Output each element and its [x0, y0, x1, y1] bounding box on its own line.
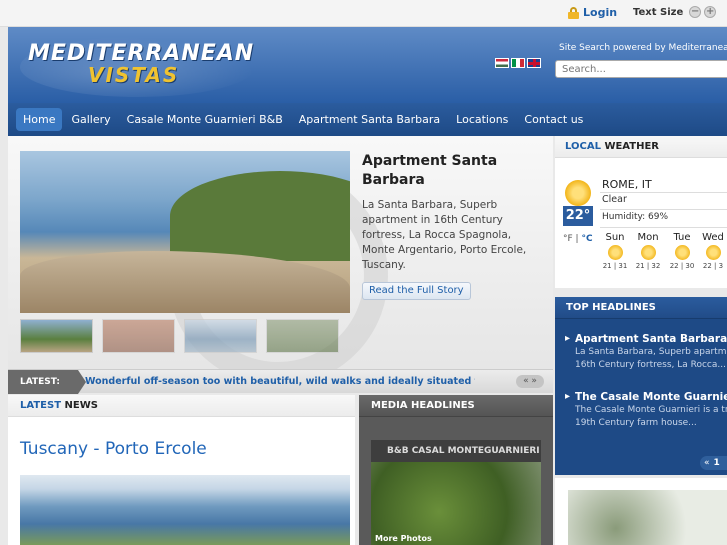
pager-page[interactable]: 1 [714, 458, 720, 468]
text-size-control: Text Size − + [633, 6, 717, 18]
weather-humidity: Humidity: 69% [602, 212, 669, 222]
forecast-temps: 21 | 31 [602, 262, 628, 270]
top-utility-bar: Login Text Size − + [0, 0, 727, 27]
headline-desc: La Santa Barbara, Superb apartme [575, 347, 727, 357]
divider [600, 209, 727, 210]
headline-desc: 16th Century fortress, La Rocca... [575, 360, 726, 370]
section-header: MEDIA HEADLINES [359, 395, 553, 417]
section-header: LATEST NEWS [8, 395, 355, 417]
main-nav: Home Gallery Casale Monte Guarnieri B&B … [8, 103, 727, 136]
section-header-rest: NEWS [61, 400, 98, 411]
nav-item-locations[interactable]: Locations [449, 108, 515, 131]
thumbnail[interactable] [102, 319, 175, 353]
latest-ticker: LATEST: Wonderful off-season too with be… [8, 369, 553, 394]
media-caption: B&B CASAL MONTEGUARNIERI [387, 446, 540, 456]
ticker-text[interactable]: Wonderful off-season too with beautiful,… [85, 370, 475, 394]
latest-news-section: LATEST NEWS Tuscany - Porto Ercole [8, 395, 355, 545]
logo-line2: VISTAS [88, 63, 180, 87]
forecast-day-label: Sun [605, 232, 625, 243]
login-link[interactable]: Login [568, 6, 617, 19]
divider [600, 192, 727, 193]
login-label[interactable]: Login [583, 6, 617, 19]
featured-slideshow: Apartment Santa Barbara La Santa Barbara… [8, 136, 553, 369]
thumbnail[interactable] [20, 319, 93, 353]
sun-icon [607, 245, 623, 260]
sun-icon [565, 180, 591, 206]
featured-image[interactable] [20, 151, 350, 313]
lock-icon [568, 6, 579, 19]
local-weather-widget: LOCAL WEATHER 22° ROME, IT Clear Humidit… [555, 136, 727, 288]
search-label: Site Search powered by Mediterranean [559, 43, 727, 53]
forecast-day-label: Mon [637, 232, 659, 243]
news-image[interactable] [20, 475, 350, 545]
site-logo[interactable]: MEDITERRANEAN VISTAS [20, 37, 255, 97]
increase-text-size-button[interactable]: + [704, 6, 717, 18]
headlines-pager[interactable]: «1 [700, 456, 727, 470]
current-temperature: 22° [563, 206, 593, 226]
section-header: LOCAL WEATHER [555, 136, 727, 158]
section-header-rest: WEATHER [600, 141, 659, 152]
nav-item-casale[interactable]: Casale Monte Guarnieri B&B [120, 108, 290, 131]
weather-condition: Clear [602, 194, 627, 205]
headline-item[interactable]: The Casale Monte Guarnieri The Casale Mo… [565, 391, 727, 429]
decrease-text-size-button[interactable]: − [689, 6, 702, 18]
media-headlines-section: MEDIA HEADLINES B&B CASAL MONTEGUARNIERI… [359, 395, 553, 545]
ticker-nav-buttons[interactable]: « » [516, 375, 544, 388]
headline-title[interactable]: Apartment Santa Barbara [565, 333, 727, 345]
section-header-highlight: LOCAL [565, 141, 601, 152]
forecast-day: Sun 21 | 31 [599, 232, 631, 270]
search-input[interactable] [555, 60, 727, 78]
read-full-story-button[interactable]: Read the Full Story [362, 282, 471, 300]
forecast-temps: 22 | 3 [702, 262, 724, 270]
section-header-rest: HEADLINES [407, 400, 475, 411]
weather-city: ROME, IT [602, 178, 652, 191]
top-headlines-section: TOP HEADLINES Apartment Santa Barbara La… [555, 297, 727, 475]
unit-fahrenheit[interactable]: °F [563, 234, 573, 244]
thumbnail[interactable] [266, 319, 339, 353]
unit-celsius[interactable]: °C [581, 234, 592, 244]
thumbnail[interactable] [184, 319, 257, 353]
section-header-highlight: MEDIA [371, 400, 408, 411]
sun-icon [705, 245, 721, 260]
featured-text: La Santa Barbara, Superb apartment in 16… [362, 199, 527, 271]
media-card[interactable]: B&B CASAL MONTEGUARNIERI More Photos [371, 440, 541, 545]
forecast-day-label: Tue [673, 232, 691, 243]
nav-item-contact[interactable]: Contact us [517, 108, 590, 131]
side-image-panel [555, 478, 727, 545]
pager-prev[interactable]: « [704, 458, 710, 468]
section-header-highlight: LATEST [20, 400, 62, 411]
nav-item-apartment[interactable]: Apartment Santa Barbara [292, 108, 447, 131]
headline-title[interactable]: The Casale Monte Guarnieri [565, 391, 727, 403]
forecast-temps: 21 | 32 [635, 262, 661, 270]
media-image[interactable] [371, 462, 541, 545]
ticker-label: LATEST: [8, 370, 78, 394]
section-header-title: TOP HEADLINES [566, 302, 656, 313]
forecast-day-label: Wed [702, 232, 724, 243]
forecast-day: Mon 21 | 32 [632, 232, 664, 270]
sun-icon [640, 245, 656, 260]
italian-flag-icon[interactable] [511, 58, 525, 68]
headline-desc: The Casale Monte Guarnieri is a tr [575, 405, 727, 415]
nav-item-home[interactable]: Home [16, 108, 63, 131]
site-header: MEDITERRANEAN VISTAS Site Search powered… [8, 27, 727, 103]
forecast-temps: 22 | 30 [669, 262, 695, 270]
hungarian-flag-icon[interactable] [495, 58, 509, 68]
slideshow-thumbnails [20, 319, 339, 353]
forecast-day: Tue 22 | 30 [666, 232, 698, 270]
language-flags [495, 58, 541, 68]
more-photos-link[interactable]: More Photos [375, 534, 432, 543]
nav-item-gallery[interactable]: Gallery [64, 108, 117, 131]
forecast-day: Wed 22 | 3 [699, 232, 727, 270]
section-header: TOP HEADLINES [555, 297, 727, 319]
divider [600, 227, 727, 228]
headline-item[interactable]: Apartment Santa Barbara La Santa Barbara… [565, 333, 727, 371]
featured-title[interactable]: Apartment Santa Barbara [362, 152, 542, 190]
english-flag-icon[interactable] [527, 58, 541, 68]
news-title[interactable]: Tuscany - Porto Ercole [20, 439, 207, 459]
text-size-label: Text Size [633, 6, 684, 18]
headline-desc: 19th Century farm house... [575, 418, 697, 428]
side-image[interactable] [568, 490, 727, 545]
sun-icon [674, 245, 690, 260]
temperature-unit-toggle[interactable]: °F | °C [563, 234, 593, 244]
